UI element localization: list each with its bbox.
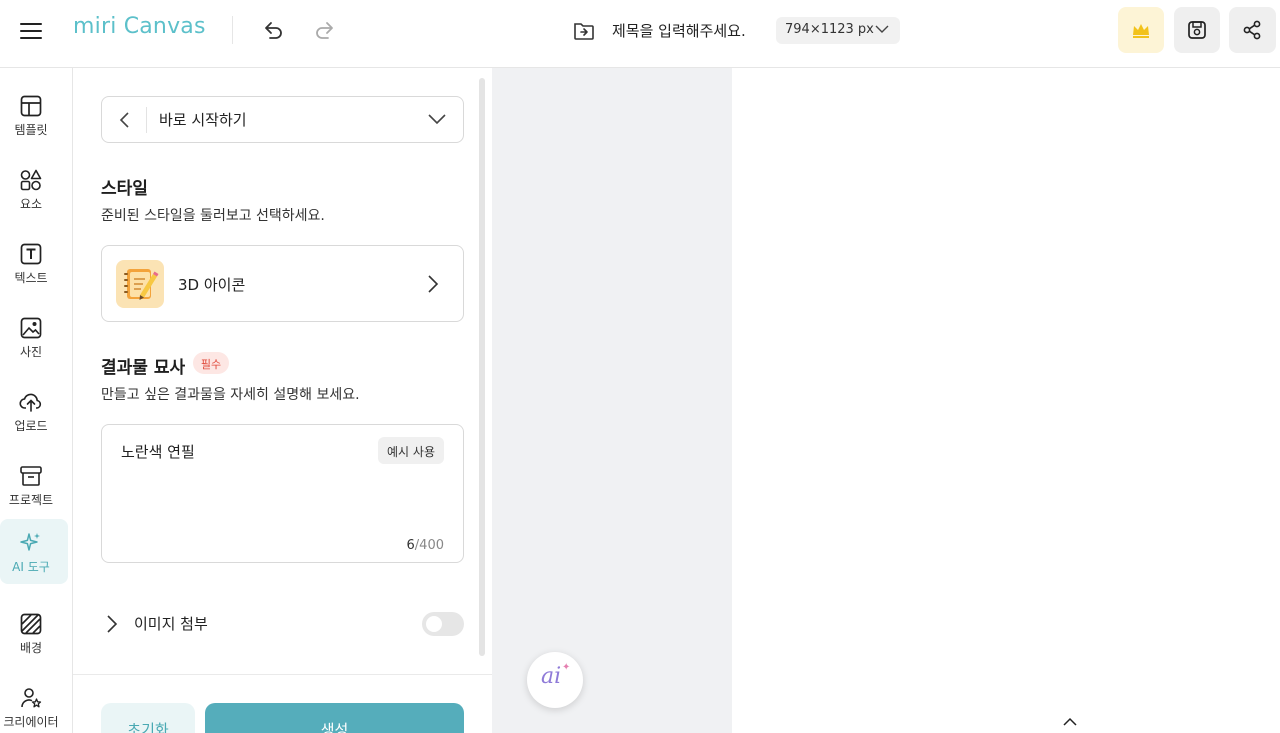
sidebar-item-label: 프로젝트 (8, 493, 54, 507)
panel-scrollbar[interactable] (479, 78, 485, 656)
upload-icon (19, 393, 42, 412)
sidebar-item-label: 배경 (19, 641, 43, 655)
sparkle-icon: ✦ (562, 662, 571, 673)
sidebar-item-ai-tools[interactable]: AI 도구 (0, 519, 68, 584)
result-section-description: 만들고 싶은 결과물을 자세히 설명해 보세요. (101, 387, 360, 403)
sidebar-item-creator[interactable]: 크리에이터 (0, 672, 68, 733)
ai-assistant-button[interactable]: ai ✦ (527, 652, 583, 708)
sidebar-item-label: AI 도구 (12, 560, 50, 574)
back-arrow-icon[interactable] (116, 110, 134, 130)
sidebar-item-photo[interactable]: 사진 (0, 302, 68, 366)
use-example-button[interactable]: 예시 사용 (378, 437, 444, 464)
share-icon (1243, 20, 1261, 40)
crown-icon (1133, 24, 1149, 38)
style-section-description: 준비된 스타일을 둘러보고 선택하세요. (101, 208, 325, 224)
photo-icon (20, 317, 42, 339)
canvas-size-label: 794×1123 px (785, 22, 874, 37)
redo-icon[interactable] (312, 20, 336, 42)
undo-icon[interactable] (262, 20, 286, 42)
project-icon (20, 466, 42, 486)
character-count: 6/400 (406, 538, 444, 553)
page-panel-toggle[interactable] (1030, 712, 1110, 733)
image-attach-label[interactable]: 이미지 첨부 (134, 613, 208, 634)
result-description-textarea[interactable]: 노란색 연필 예시 사용 6/400 (101, 424, 464, 563)
document-title-input[interactable]: 제목을 입력해주세요. (612, 20, 746, 41)
header-divider (232, 16, 233, 44)
panel-footer-divider (73, 674, 492, 675)
template-icon (20, 95, 42, 117)
ai-tools-icon (20, 533, 40, 551)
share-button[interactable] (1229, 7, 1276, 53)
style-select-card[interactable]: 3D 아이콘 (101, 245, 464, 322)
style-section-title: 스타일 (101, 179, 148, 199)
sidebar-item-template[interactable]: 템플릿 (0, 80, 68, 144)
save-button[interactable] (1174, 7, 1220, 53)
top-header: miri Canvas 제목을 입력해주세요. 794×1123 px (0, 0, 1280, 68)
chevron-down-icon (428, 114, 446, 125)
sidebar-item-upload[interactable]: 업로드 (0, 376, 68, 440)
chevron-right-icon (428, 275, 439, 293)
dropdown-divider (146, 107, 147, 133)
notebook-pencil-icon (116, 260, 164, 308)
premium-button[interactable] (1118, 7, 1164, 53)
result-description-value: 노란색 연필 (121, 443, 195, 461)
dropdown-label: 바로 시작하기 (159, 111, 247, 129)
menu-icon[interactable] (20, 22, 42, 40)
style-selected-label: 3D 아이콘 (178, 276, 246, 294)
canvas-size-dropdown[interactable]: 794×1123 px (776, 17, 900, 44)
sidebar-item-elements[interactable]: 요소 (0, 154, 68, 218)
sidebar-item-label: 사진 (19, 345, 43, 359)
left-sidebar: 템플릿 요소 텍스트 사진 업로드 프로젝트 AI 도구 배경 크리에이터 (0, 68, 73, 733)
sidebar-item-background[interactable]: 배경 (0, 598, 68, 662)
creator-icon (21, 688, 42, 708)
app-logo[interactable]: miri Canvas (73, 14, 206, 39)
required-badge: 필수 (193, 352, 229, 374)
sidebar-item-label: 크리에이터 (3, 715, 59, 729)
sidebar-item-label: 업로드 (14, 419, 48, 433)
sidebar-item-project[interactable]: 프로젝트 (0, 450, 68, 514)
background-icon (20, 613, 42, 635)
elements-icon (20, 169, 42, 191)
reset-button[interactable]: 초기화 (101, 703, 195, 733)
generate-button[interactable]: 생성 (205, 703, 464, 733)
sidebar-item-text[interactable]: 텍스트 (0, 228, 68, 292)
canvas-page[interactable] (732, 68, 1280, 733)
text-icon (20, 243, 42, 265)
result-section-title: 결과물 묘사 (101, 358, 186, 378)
chevron-up-icon (1063, 717, 1077, 726)
image-attach-toggle[interactable] (422, 612, 464, 636)
save-icon (1188, 21, 1206, 39)
chevron-right-icon[interactable] (106, 615, 118, 633)
sidebar-item-label: 템플릿 (14, 123, 48, 137)
chevron-down-icon (875, 25, 889, 33)
tool-select-dropdown[interactable]: 바로 시작하기 (101, 96, 464, 143)
folder-move-icon[interactable] (572, 20, 596, 42)
sidebar-item-label: 텍스트 (14, 271, 48, 285)
sidebar-item-label: 요소 (19, 197, 43, 211)
ai-logo-icon: ai (541, 664, 562, 689)
